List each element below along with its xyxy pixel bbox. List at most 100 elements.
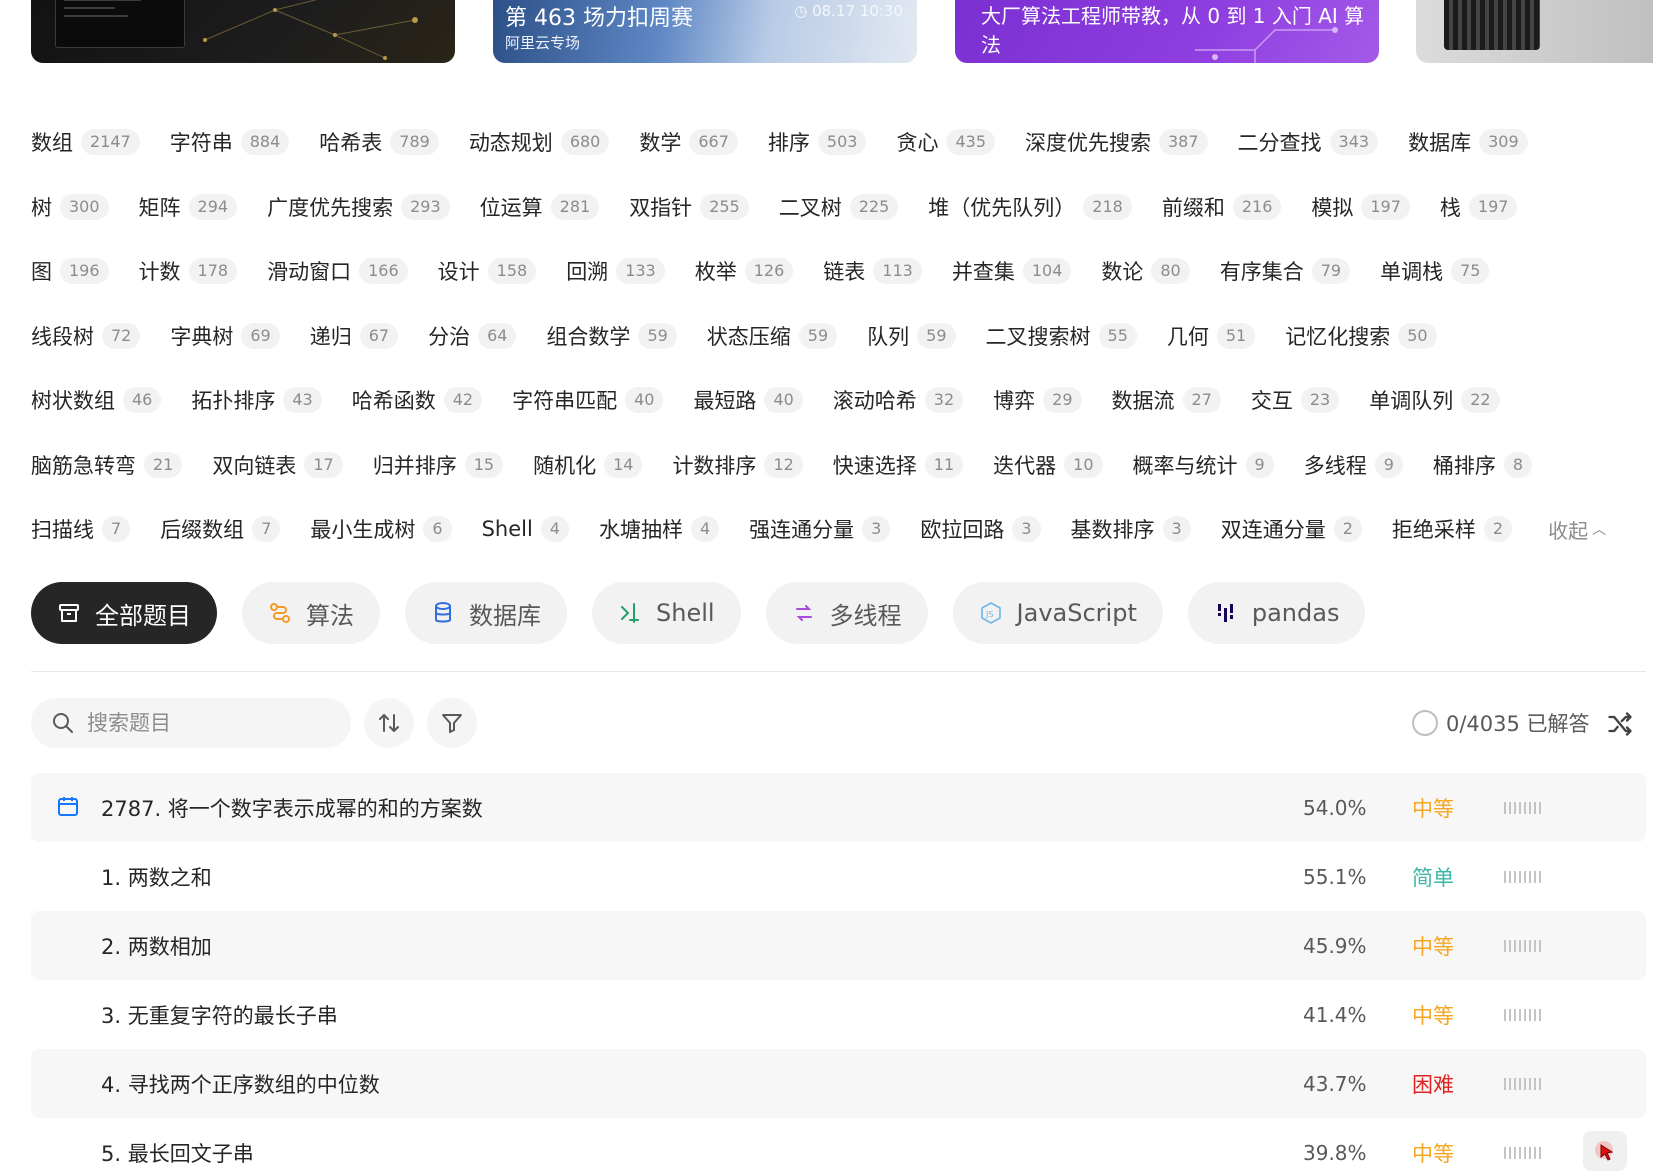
problem-row[interactable]: 5. 最长回文子串 39.8% 中等: [31, 1118, 1646, 1172]
topic-tag[interactable]: 单调栈 75: [1380, 256, 1490, 286]
topic-tag[interactable]: 计数 178: [139, 256, 238, 286]
topic-tag[interactable]: Shell 4: [482, 516, 569, 543]
topic-tag[interactable]: 队列 59: [867, 321, 956, 351]
topic-tag[interactable]: 排序 503: [768, 127, 867, 157]
topic-tag[interactable]: 字典树 69: [170, 321, 280, 351]
banner-card-contest[interactable]: 第 463 场力扣周赛 阿里云专场 ◷ 08.17 10:30: [493, 0, 917, 63]
topic-tag[interactable]: 动态规划 680: [469, 127, 610, 157]
topic-tag[interactable]: 前缀和 216: [1162, 192, 1282, 222]
topic-tag[interactable]: 二叉搜索树 55: [986, 321, 1137, 351]
topic-tag[interactable]: 分治 64: [428, 321, 517, 351]
topic-tag[interactable]: 哈希函数 42: [352, 385, 483, 415]
topic-tag[interactable]: 枚举 126: [695, 256, 794, 286]
topic-tag[interactable]: 单调队列 22: [1369, 385, 1500, 415]
topic-tag[interactable]: 多线程 9: [1304, 450, 1403, 480]
topic-tag[interactable]: 拓扑排序 43: [191, 385, 322, 415]
topic-tag[interactable]: 设计 158: [438, 256, 537, 286]
topic-tag[interactable]: 扫描线 7: [31, 514, 131, 544]
category-tab[interactable]: 全部题目: [31, 582, 217, 644]
category-tab[interactable]: 多线程: [765, 582, 928, 644]
topic-tag[interactable]: 脑筋急转弯 21: [31, 450, 183, 480]
topic-tag[interactable]: 贪心 435: [896, 127, 995, 157]
topic-tag[interactable]: 最小生成树 6: [310, 514, 452, 544]
banner-card-4[interactable]: [1416, 0, 1653, 63]
problem-row[interactable]: 2. 两数相加 45.9% 中等: [31, 911, 1646, 980]
topic-tag[interactable]: 计数排序 12: [672, 450, 803, 480]
topic-tag[interactable]: 强连通分量 3: [749, 514, 891, 544]
banner-card-ai[interactable]: 大厂算法工程师带教，从 0 到 1 入门 AI 算法: [955, 0, 1379, 63]
problem-row[interactable]: 3. 无重复字符的最长子串 41.4% 中等: [31, 980, 1646, 1049]
topic-tag[interactable]: 图 196: [31, 256, 109, 286]
topic-tag[interactable]: 交互 23: [1251, 385, 1340, 415]
category-tab[interactable]: pandas: [1187, 582, 1366, 644]
topic-tag[interactable]: 滚动哈希 32: [833, 385, 964, 415]
feedback-button[interactable]: [1583, 1131, 1627, 1171]
search-input[interactable]: [87, 711, 317, 735]
topic-tag[interactable]: 双指针 255: [629, 192, 749, 222]
topic-tag[interactable]: 记忆化搜索 50: [1285, 321, 1437, 351]
topic-tag[interactable]: 矩阵 294: [139, 192, 238, 222]
topic-tag[interactable]: 二叉树 225: [779, 192, 899, 222]
topic-tag[interactable]: 双连通分量 2: [1221, 514, 1362, 544]
problem-title[interactable]: 1. 两数之和: [101, 862, 212, 892]
problem-title[interactable]: 5. 最长回文子串: [101, 1138, 254, 1168]
topic-tag[interactable]: 栈 197: [1440, 192, 1518, 222]
topic-tag[interactable]: 基数排序 3: [1071, 514, 1191, 544]
topic-tag[interactable]: 递归 67: [310, 321, 399, 351]
category-tab[interactable]: Shell: [592, 582, 741, 644]
problem-title[interactable]: 3. 无重复字符的最长子串: [101, 1000, 338, 1030]
category-tab[interactable]: 数据库: [405, 582, 567, 644]
topic-tag[interactable]: 哈希表 789: [319, 127, 439, 157]
topic-tag[interactable]: 状态压缩 59: [707, 321, 838, 351]
topic-tag[interactable]: 数组 2147: [31, 127, 140, 157]
topic-tag[interactable]: 拒绝采样 2: [1392, 514, 1513, 544]
topic-tag[interactable]: 滑动窗口 166: [267, 256, 408, 286]
topic-tag[interactable]: 线段树 72: [31, 321, 141, 351]
topic-tag[interactable]: 数据库 309: [1408, 127, 1528, 157]
topic-tag[interactable]: 数学 667: [639, 127, 738, 157]
topic-tag[interactable]: 有序集合 79: [1220, 256, 1351, 286]
topic-tag[interactable]: 字符串匹配 40: [512, 385, 664, 415]
topic-tag[interactable]: 回溯 133: [566, 256, 665, 286]
category-tab[interactable]: 算法: [242, 582, 380, 644]
topic-tag[interactable]: 堆（优先队列） 218: [928, 192, 1132, 222]
category-tab[interactable]: JS JavaScript: [952, 582, 1163, 644]
topic-tag[interactable]: 概率与统计 9: [1133, 450, 1274, 480]
topic-tag[interactable]: 链表 113: [823, 256, 922, 286]
sort-button[interactable]: [364, 698, 414, 748]
topic-tag[interactable]: 欧拉回路 3: [920, 514, 1041, 544]
topic-tag[interactable]: 水塘抽样 4: [599, 514, 720, 544]
search-box[interactable]: [31, 698, 351, 748]
problem-row[interactable]: 2787. 将一个数字表示成幂的和的方案数 54.0% 中等: [31, 773, 1646, 842]
topic-tag[interactable]: 并查集 104: [952, 256, 1072, 286]
topic-tag[interactable]: 博弈 29: [993, 385, 1082, 415]
topic-tag[interactable]: 快速选择 11: [833, 450, 964, 480]
filter-button[interactable]: [427, 698, 477, 748]
topic-tag[interactable]: 几何 51: [1167, 321, 1256, 351]
topic-tag[interactable]: 后缀数组 7: [160, 514, 281, 544]
topic-tag[interactable]: 字符串 884: [170, 127, 290, 157]
topic-tag[interactable]: 随机化 14: [533, 450, 643, 480]
topic-tag[interactable]: 模拟 197: [1311, 192, 1410, 222]
problem-row[interactable]: 4. 寻找两个正序数组的中位数 43.7% 困难: [31, 1049, 1646, 1118]
banner-card-1[interactable]: [31, 0, 455, 63]
topic-tag[interactable]: 位运算 281: [480, 192, 600, 222]
shuffle-icon[interactable]: [1606, 710, 1634, 738]
problem-row[interactable]: 1. 两数之和 55.1% 简单: [31, 842, 1646, 911]
topic-tag[interactable]: 最短路 40: [693, 385, 803, 415]
topic-tag[interactable]: 数据流 27: [1112, 385, 1221, 415]
topic-tag[interactable]: 树状数组 46: [31, 385, 162, 415]
collapse-tags-button[interactable]: 收起 ︿: [1548, 515, 1606, 544]
topic-tag[interactable]: 双向链表 17: [212, 450, 343, 480]
topic-tag[interactable]: 二分查找 343: [1238, 127, 1379, 157]
problem-title[interactable]: 2. 两数相加: [101, 931, 212, 961]
topic-tag[interactable]: 广度优先搜索 293: [267, 192, 450, 222]
problem-title[interactable]: 2787. 将一个数字表示成幂的和的方案数: [101, 793, 483, 823]
topic-tag[interactable]: 桶排序 8: [1433, 450, 1533, 480]
topic-tag[interactable]: 归并排序 15: [373, 450, 504, 480]
topic-tag[interactable]: 组合数学 59: [546, 321, 677, 351]
topic-tag[interactable]: 数论 80: [1101, 256, 1190, 286]
topic-tag[interactable]: 树 300: [31, 192, 109, 222]
topic-tag[interactable]: 迭代器 10: [993, 450, 1103, 480]
topic-tag[interactable]: 深度优先搜索 387: [1025, 127, 1208, 157]
